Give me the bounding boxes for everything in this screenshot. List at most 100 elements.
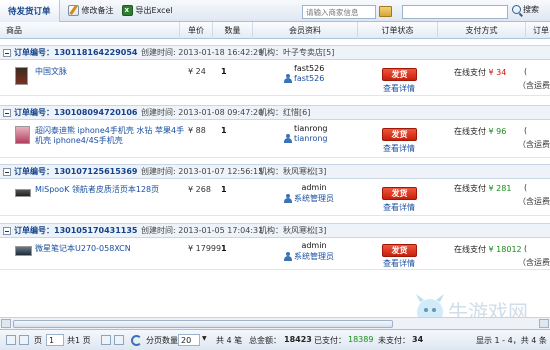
unit-price: ¥ 17999 bbox=[188, 244, 222, 253]
payment-info: 在线支付 ¥ 281 bbox=[454, 183, 511, 194]
member-account-link[interactable]: tianrong bbox=[284, 134, 328, 143]
user-icon bbox=[284, 74, 292, 83]
col-price[interactable]: 单价 bbox=[180, 22, 213, 39]
order-group-header[interactable]: 订单编号：130107125615369 创建时间: 2013-01-07 12… bbox=[0, 164, 550, 179]
view-detail-link[interactable]: 查看详情 bbox=[383, 202, 415, 213]
search-button[interactable]: 搜索 bbox=[512, 4, 539, 15]
member-info: fast526 fast526 bbox=[284, 64, 324, 83]
export-excel-label: 导出Excel bbox=[135, 6, 173, 15]
quantity: 1 bbox=[221, 67, 227, 76]
ship-button[interactable]: 发货 bbox=[382, 244, 417, 257]
member-account-link[interactable]: 系统管理员 bbox=[284, 193, 334, 204]
merchant-search-input[interactable] bbox=[302, 5, 376, 19]
quantity: 1 bbox=[221, 185, 227, 194]
order-time: 创建时间: 2013-01-05 17:04:31 bbox=[141, 226, 264, 235]
order-number: 订单编号：130107125615369 bbox=[14, 167, 138, 176]
page-size-select[interactable]: 20 bbox=[178, 334, 200, 346]
scroll-right-icon[interactable] bbox=[539, 319, 549, 328]
last-page-icon[interactable] bbox=[114, 335, 124, 345]
page-label: 页 bbox=[34, 336, 42, 345]
product-link[interactable]: 微星笔记本U270-058XCN bbox=[35, 244, 131, 254]
total-amount: 18423 bbox=[284, 335, 312, 344]
order-extra: ( bbox=[524, 126, 528, 135]
member-account: fast526 bbox=[294, 74, 325, 83]
member-info: admin 系统管理员 bbox=[284, 183, 334, 204]
product-link[interactable]: 超闪泰迪熊 iphone4手机壳 水钻 苹果4手 机壳 iphone4/4S手机… bbox=[35, 126, 184, 146]
display-range: 显示 1 - 4，共 4 条 bbox=[476, 336, 547, 345]
refresh-icon[interactable] bbox=[131, 335, 142, 346]
order-number: 订单编号：130105170431135 bbox=[14, 226, 138, 235]
product-link[interactable]: 中国文脉 bbox=[35, 67, 67, 77]
col-status[interactable]: 订单状态 bbox=[358, 22, 438, 39]
shipping-fee-note: （含运费 bbox=[518, 81, 550, 90]
product-name-line1: 超闪泰迪熊 iphone4手机壳 水钻 苹果4手 bbox=[35, 126, 185, 135]
view-detail-link[interactable]: 查看详情 bbox=[383, 143, 415, 154]
product-link[interactable]: MiSpooK 领航者皮质活页本128页 bbox=[35, 185, 159, 195]
member-account-link[interactable]: fast526 bbox=[284, 74, 324, 83]
order-time: 创建时间: 2013-01-18 16:42:29 bbox=[141, 48, 264, 57]
payment-amount: ¥ 18012 bbox=[488, 245, 522, 254]
total-amount-label: 总金额： bbox=[249, 336, 281, 345]
user-icon bbox=[284, 252, 292, 261]
page-total: 共1 页 bbox=[67, 336, 91, 345]
page-number-input[interactable]: 1 bbox=[46, 334, 64, 346]
order-org: 机构：秋风寒松[3] bbox=[259, 226, 327, 235]
ship-button[interactable]: 发货 bbox=[382, 128, 417, 141]
page-size-label: 分页数量 bbox=[146, 336, 178, 345]
order-org: 机构：红惜[6] bbox=[259, 108, 311, 117]
first-page-icon[interactable] bbox=[6, 335, 16, 345]
folder-icon[interactable] bbox=[379, 6, 392, 17]
member-name: admin bbox=[301, 183, 327, 192]
pagination-bar: 页 1 共1 页 分页数量 20 ▼ 共 4 笔 总金额： 18423 已支付：… bbox=[0, 329, 550, 350]
tab-pending-orders[interactable]: 待发货订单 bbox=[0, 0, 60, 22]
edit-note-button[interactable]: 修改备注 bbox=[67, 5, 114, 16]
member-account-link[interactable]: 系统管理员 bbox=[284, 251, 334, 262]
export-excel-button[interactable]: 导出Excel bbox=[121, 5, 173, 16]
next-page-icon[interactable] bbox=[101, 335, 111, 345]
prev-page-icon[interactable] bbox=[19, 335, 29, 345]
chevron-down-icon[interactable]: ▼ bbox=[202, 335, 207, 342]
scroll-thumb[interactable] bbox=[13, 320, 393, 328]
order-group-header[interactable]: 订单编号：130108094720106 创建时间: 2013-01-08 09… bbox=[0, 105, 550, 120]
payment-method: 在线支付 bbox=[454, 184, 486, 193]
view-detail-link[interactable]: 查看详情 bbox=[383, 258, 415, 269]
unpaid-label: 未支付： bbox=[378, 336, 410, 345]
product-thumbnail[interactable] bbox=[15, 126, 30, 144]
keyword-search-input[interactable] bbox=[402, 5, 508, 19]
order-group-header[interactable]: 订单编号：130118164229054 创建时间: 2013-01-18 16… bbox=[0, 45, 550, 60]
member-name: tianrong bbox=[294, 124, 328, 133]
member-info: admin 系统管理员 bbox=[284, 241, 334, 262]
collapse-toggle-icon[interactable] bbox=[3, 49, 11, 57]
col-payment[interactable]: 支付方式 bbox=[438, 22, 526, 39]
payment-method: 在线支付 bbox=[454, 127, 486, 136]
ship-button[interactable]: 发货 bbox=[382, 68, 417, 81]
paid-amount: 18389 bbox=[348, 335, 374, 344]
member-name: admin bbox=[301, 241, 327, 250]
col-qty[interactable]: 数量 bbox=[213, 22, 253, 39]
paid-label: 已支付： bbox=[314, 336, 346, 345]
col-product[interactable]: 商品 bbox=[0, 22, 180, 39]
member-info: tianrong tianrong bbox=[284, 124, 328, 143]
product-thumbnail[interactable] bbox=[15, 246, 32, 256]
ship-button[interactable]: 发货 bbox=[382, 187, 417, 200]
payment-method: 在线支付 bbox=[454, 245, 486, 254]
col-member[interactable]: 会员资料 bbox=[253, 22, 358, 39]
product-thumbnail[interactable] bbox=[15, 67, 28, 85]
unpaid-amount: 34 bbox=[412, 335, 424, 344]
view-detail-link[interactable]: 查看详情 bbox=[383, 83, 415, 94]
order-time: 创建时间: 2013-01-08 09:47:20 bbox=[141, 108, 264, 117]
total-count: 共 4 笔 bbox=[216, 336, 243, 345]
payment-method: 在线支付 bbox=[454, 68, 486, 77]
unit-price: ¥ 24 bbox=[188, 67, 206, 76]
scroll-left-icon[interactable] bbox=[1, 319, 11, 328]
collapse-toggle-icon[interactable] bbox=[3, 109, 11, 117]
horizontal-scrollbar[interactable] bbox=[0, 317, 550, 329]
shipping-fee-note: （含运费 bbox=[518, 140, 550, 149]
order-extra: ( bbox=[524, 67, 528, 76]
collapse-toggle-icon[interactable] bbox=[3, 168, 11, 176]
product-thumbnail[interactable] bbox=[15, 189, 31, 197]
collapse-toggle-icon[interactable] bbox=[3, 227, 11, 235]
order-group-header[interactable]: 订单编号：130105170431135 创建时间: 2013-01-05 17… bbox=[0, 223, 550, 238]
col-order[interactable]: 订单 bbox=[526, 22, 550, 39]
search-label: 搜索 bbox=[523, 5, 539, 14]
